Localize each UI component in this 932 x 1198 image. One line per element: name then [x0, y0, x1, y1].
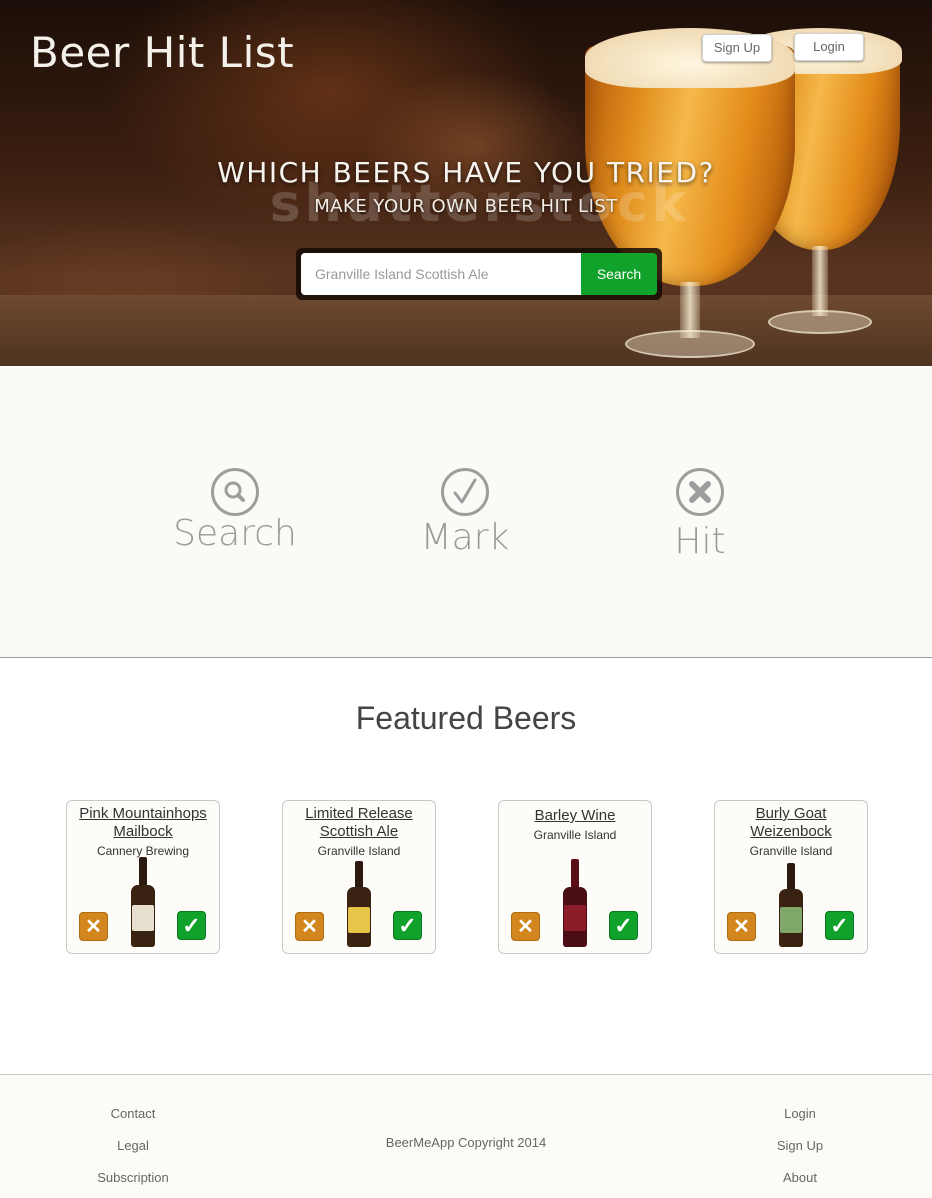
hero-subline: MAKE YOUR OWN BEER HIT LIST [314, 196, 618, 217]
hero-banner: shutterstock Beer Hit List Sign Up Login… [0, 0, 932, 366]
search-button[interactable]: Search [581, 253, 657, 295]
beer-name-link[interactable]: Burly Goat Weizenbock [715, 801, 867, 841]
beer-card: Burly Goat Weizenbock Granville Island ✕… [714, 800, 868, 954]
reject-button[interactable]: ✕ [79, 912, 108, 941]
featured-title: Featured Beers [355, 700, 577, 736]
step-label: Search [173, 513, 297, 554]
beer-bottle-image [347, 861, 371, 947]
step-search: Search [170, 468, 300, 552]
footer-link-login[interactable]: Login [750, 1106, 850, 1121]
beer-brewery: Granville Island [533, 828, 617, 842]
footer-link-about[interactable]: About [750, 1170, 850, 1185]
beer-name-link[interactable]: Barley Wine [499, 801, 651, 825]
beer-name-link[interactable]: Pink Mountainhops Mailbock [67, 801, 219, 841]
beer-brewery: Cannery Brewing [96, 844, 190, 858]
brand-logo[interactable]: Beer Hit List [30, 28, 294, 77]
beer-card: Pink Mountainhops Mailbock Cannery Brewi… [66, 800, 220, 954]
login-button[interactable]: Login [794, 33, 864, 61]
check-icon [441, 468, 489, 516]
footer-link-signup[interactable]: Sign Up [750, 1138, 850, 1153]
step-label: Mark [420, 517, 510, 558]
step-mark: Mark [400, 468, 530, 556]
signup-button[interactable]: Sign Up [702, 34, 772, 62]
beer-bottle-image [131, 857, 155, 947]
search-bar: Search [296, 248, 662, 300]
accept-button[interactable]: ✓ [609, 911, 638, 940]
beer-card: Barley Wine Granville Island ✕ ✓ [498, 800, 652, 954]
footer-link-contact[interactable]: Contact [83, 1106, 183, 1121]
search-input[interactable] [301, 253, 582, 295]
footer: Contact Legal Subscription BeerMeApp Cop… [0, 1074, 932, 1198]
accept-button[interactable]: ✓ [825, 911, 854, 940]
reject-button[interactable]: ✕ [511, 912, 540, 941]
beer-bottle-image [779, 863, 803, 947]
cross-icon [676, 468, 724, 516]
accept-button[interactable]: ✓ [393, 911, 422, 940]
beer-brewery: Granville Island [749, 844, 833, 858]
step-label: Hit [674, 521, 726, 562]
hero-headline: WHICH BEERS HAVE YOU TRIED? [217, 156, 715, 189]
magnifier-icon [211, 468, 259, 516]
accept-button[interactable]: ✓ [177, 911, 206, 940]
reject-button[interactable]: ✕ [727, 912, 756, 941]
beer-brewery: Granville Island [317, 844, 401, 858]
footer-link-subscription[interactable]: Subscription [83, 1170, 183, 1185]
beer-name-link[interactable]: Limited Release Scottish Ale [283, 801, 435, 841]
how-it-works-section: Search Mark Hit [0, 366, 932, 658]
step-hit: Hit [635, 468, 765, 560]
beer-card: Limited Release Scottish Ale Granville I… [282, 800, 436, 954]
reject-button[interactable]: ✕ [295, 912, 324, 941]
beer-bottle-image [563, 859, 587, 947]
